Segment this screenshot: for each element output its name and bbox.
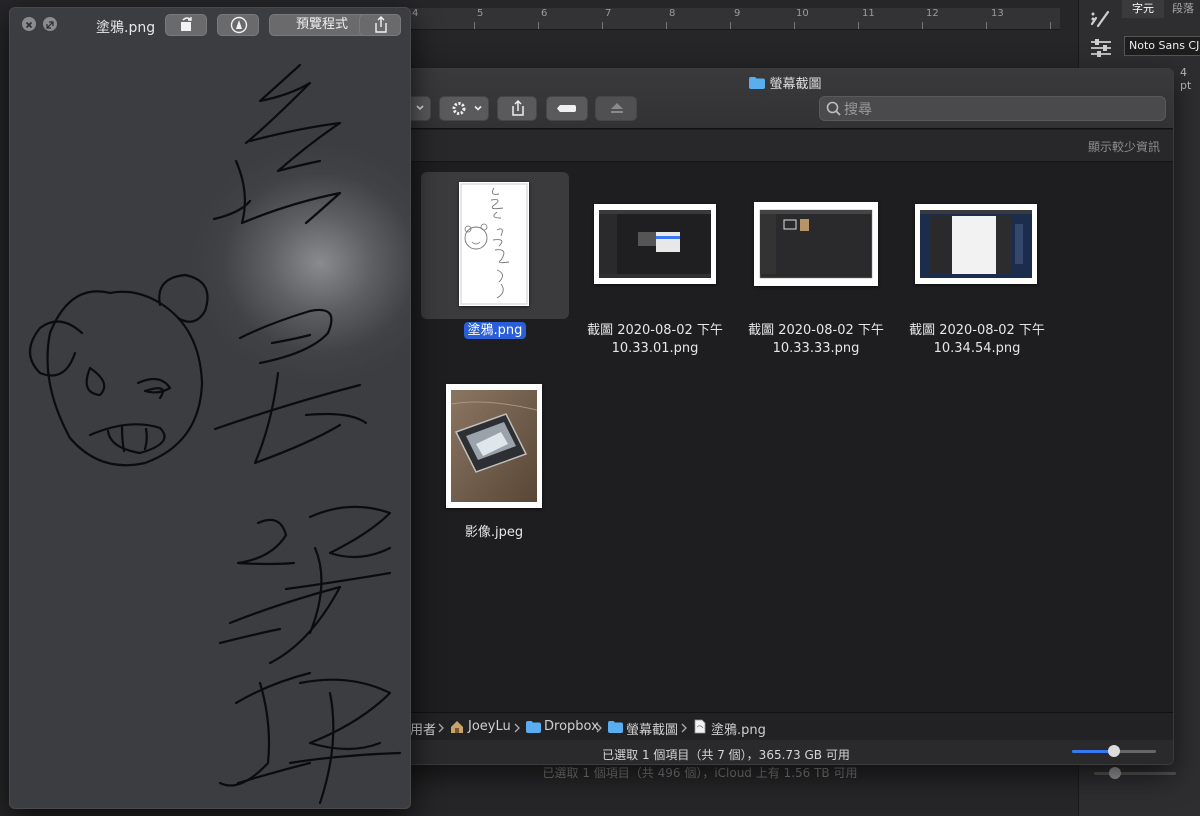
file-name-screenshot-1[interactable]: 截圖 2020-08-02 下午 10.33.01.png	[570, 322, 740, 358]
ruler-number: 7	[605, 8, 612, 19]
ruler-number: 4	[412, 8, 419, 19]
file-thumbnail-screenshot-2[interactable]	[754, 202, 878, 286]
file-name-line2: 10.33.01.png	[611, 341, 699, 356]
background-zoom-slider[interactable]	[1094, 772, 1176, 775]
share-button[interactable]	[497, 96, 537, 121]
chevron-right-icon	[596, 723, 602, 733]
file-name-photo[interactable]: 影像.jpeg	[444, 524, 544, 542]
path-item-screenshots[interactable]: 螢幕截圖	[626, 719, 678, 738]
brush-tool-icon[interactable]	[1088, 6, 1114, 32]
fullscreen-icon	[46, 21, 54, 29]
share-icon	[375, 16, 387, 33]
file-thumbnail-screenshot-1[interactable]	[594, 204, 716, 284]
background-status-text: 已選取 1 個項目（共 496 個），iCloud 上有 1.56 TB 可用	[542, 766, 858, 780]
chevron-right-icon	[438, 723, 444, 733]
screenshot-thumbnail-image	[599, 210, 711, 278]
folder-icon	[608, 721, 623, 733]
file-name-screenshot-2[interactable]: 截圖 2020-08-02 下午 10.33.33.png	[731, 322, 901, 358]
close-button[interactable]	[22, 17, 36, 31]
finder-window: 螢幕截圖 搜尋 顯示較少資訊 塗鴉.png 截圖 2020-08-02 下午 1…	[395, 68, 1174, 765]
show-less-info-link[interactable]: 顯示較少資訊	[1036, 138, 1160, 155]
font-size-field[interactable]: 4 pt	[1180, 66, 1200, 92]
chevron-right-icon	[681, 723, 687, 733]
file-thumbnail-drawing[interactable]	[459, 182, 529, 306]
fullscreen-button[interactable]	[43, 17, 57, 31]
close-icon	[25, 21, 33, 29]
quicklook-window: 塗鴉.png 預覽程式	[9, 7, 411, 809]
rotate-icon	[181, 17, 192, 31]
screenshot-thumbnail-image	[920, 210, 1032, 278]
ruler: 4 5 6 7 8 9 10 11 12 13	[410, 8, 1060, 30]
rotate-button[interactable]	[165, 14, 207, 36]
folder-icon	[526, 721, 541, 733]
markup-icon	[230, 16, 248, 34]
ruler-number: 8	[669, 8, 676, 19]
eject-icon	[611, 103, 623, 113]
file-thumbnail-photo[interactable]	[446, 384, 542, 508]
file-name-line1: 截圖 2020-08-02 下午	[748, 323, 884, 338]
document-icon	[694, 719, 706, 734]
action-menu-button[interactable]	[439, 96, 489, 121]
file-name-line2: 10.34.54.png	[933, 341, 1021, 356]
adjustments-tool-icon[interactable]	[1088, 35, 1114, 61]
folder-icon	[749, 77, 766, 89]
ruler-number: 10	[796, 8, 809, 19]
ruler-number: 13	[991, 8, 1004, 19]
finder-toolbar: 螢幕截圖 搜尋	[396, 69, 1173, 129]
chevron-right-icon	[514, 723, 520, 733]
ruler-number: 12	[926, 8, 939, 19]
file-thumbnail-screenshot-3[interactable]	[915, 204, 1037, 284]
quicklook-title: 塗鴉.png	[96, 20, 156, 36]
screenshot-thumbnail-image	[759, 209, 873, 279]
file-name-line1: 截圖 2020-08-02 下午	[909, 323, 1045, 338]
ruler-number: 5	[477, 8, 484, 19]
background-zoom-slider-knob[interactable]	[1109, 767, 1121, 779]
gear-icon	[452, 102, 482, 115]
share-icon	[512, 99, 524, 116]
selected-file-label[interactable]: 塗鴉.png	[463, 322, 527, 339]
file-name-drawing[interactable]: 塗鴉.png	[420, 322, 570, 340]
ruler-number: 9	[734, 8, 741, 19]
path-item-file[interactable]: 塗鴉.png	[711, 719, 766, 738]
window-title-text: 螢幕截圖	[769, 77, 822, 92]
file-name-screenshot-3[interactable]: 截圖 2020-08-02 下午 10.34.54.png	[892, 322, 1062, 358]
finder-status-bar: 已選取 1 個項目（共 7 個），365.73 GB 可用	[396, 740, 1173, 764]
tab-paragraph[interactable]: 段落	[1166, 0, 1200, 18]
search-placeholder: 搜尋	[844, 102, 872, 118]
photo-thumbnail-image	[450, 390, 538, 502]
file-name-line2: 10.33.33.png	[772, 341, 860, 356]
handwritten-drawing-image	[28, 63, 402, 805]
window-title: 螢幕截圖	[396, 73, 1173, 92]
icon-size-slider-knob[interactable]	[1108, 745, 1120, 757]
tag-icon	[557, 105, 576, 112]
eject-button[interactable]	[595, 96, 637, 121]
status-text: 已選取 1 個項目（共 7 個），365.73 GB 可用	[602, 748, 850, 762]
drawing-thumbnail-image	[460, 183, 528, 305]
path-item-dropbox[interactable]: Dropbox	[544, 719, 599, 734]
home-icon	[451, 721, 463, 733]
tab-character[interactable]: 字元	[1122, 0, 1164, 18]
file-name-line1: 截圖 2020-08-02 下午	[587, 323, 723, 338]
search-icon	[826, 101, 841, 116]
path-item-home[interactable]: JoeyLu	[468, 719, 511, 734]
ruler-number: 6	[541, 8, 548, 19]
share-button[interactable]	[359, 14, 401, 36]
ruler-number: 11	[862, 8, 875, 19]
markup-button[interactable]	[217, 14, 259, 36]
path-item-users[interactable]: 用者	[410, 719, 436, 738]
tags-button[interactable]	[546, 96, 588, 121]
font-family-field[interactable]: Noto Sans CJ	[1124, 36, 1200, 56]
